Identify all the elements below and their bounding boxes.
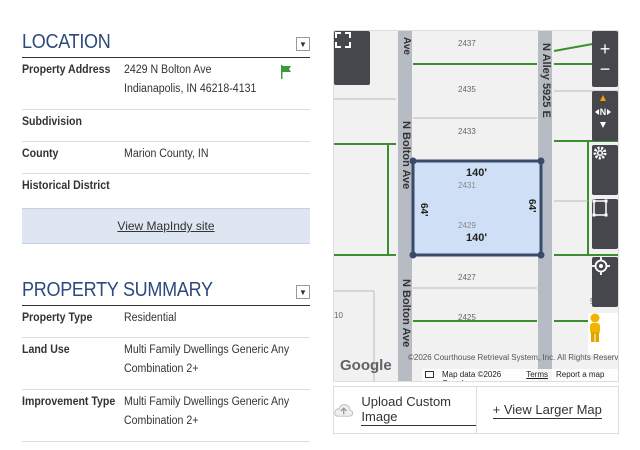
- location-title: LOCATION: [22, 31, 111, 53]
- label-improvement-type: Improvement Type: [22, 396, 116, 408]
- row-improvement-type: Improvement Type Multi Family Dwellings …: [22, 390, 310, 442]
- parcel-map[interactable]: Ave N Bolton Ave N Bolton Ave N Alley 59…: [333, 30, 619, 382]
- map-canvas: [334, 31, 618, 381]
- dimension-bottom: 140': [466, 232, 487, 244]
- fullscreen-icon: [335, 32, 351, 48]
- street-label-east: N Alley 5925 E: [540, 43, 552, 118]
- row-property-address: Property Address 2429 N Bolton Ave India…: [22, 58, 310, 110]
- select-area-button[interactable]: [592, 199, 618, 249]
- lot-2435: 2435: [458, 85, 476, 94]
- zoom-out-button[interactable]: −: [600, 59, 611, 79]
- lot-2437: 2437: [458, 39, 476, 48]
- label-land-use: Land Use: [22, 344, 70, 356]
- terms-link[interactable]: Terms: [526, 370, 548, 381]
- lot-10: 10: [334, 311, 343, 320]
- summary-title: PROPERTY SUMMARY: [22, 279, 213, 301]
- value-historical-district: [124, 177, 295, 200]
- label-county: County: [22, 148, 59, 160]
- lot-2427: 2427: [458, 273, 476, 282]
- compass-icon: N: [595, 95, 611, 128]
- street-label-west-lower: N Bolton Ave: [400, 279, 412, 348]
- map-data-text: Map data ©2026 Google: [441, 370, 502, 381]
- property-details-panel: LOCATION ▼ Property Address 2429 N Bolto…: [22, 28, 310, 442]
- lot-2429: 2429: [458, 221, 476, 230]
- label-property-address: Property Address: [22, 64, 111, 76]
- fullscreen-button[interactable]: [334, 31, 370, 85]
- row-land-use: Land Use Multi Family Dwellings Generic …: [22, 338, 310, 390]
- dimension-right: 64': [526, 199, 537, 213]
- row-historical-district: Historical District: [22, 174, 310, 206]
- street-label-west: N Bolton Ave: [400, 121, 412, 190]
- locate-button[interactable]: [592, 257, 618, 307]
- street-view-pegman[interactable]: [588, 313, 618, 355]
- select-area-icon: [592, 199, 608, 217]
- location-header: LOCATION ▼: [22, 28, 310, 58]
- value-county: Marion County, IN: [124, 148, 209, 160]
- view-mapindy-link[interactable]: View MapIndy site: [117, 219, 214, 233]
- label-historical-district: Historical District: [22, 180, 110, 192]
- report-map-error-link[interactable]: Report a map error: [556, 370, 615, 381]
- view-larger-map-button[interactable]: + View Larger Map: [475, 387, 619, 433]
- label-subdivision: Subdivision: [22, 116, 82, 128]
- upload-label: Upload Custom Image: [361, 394, 476, 426]
- row-subdivision: Subdivision: [22, 110, 310, 142]
- google-logo: Google: [340, 357, 392, 374]
- map-footer: Map data ©2026 Google Terms Report a map…: [422, 369, 618, 381]
- crosshair-icon: [592, 257, 610, 275]
- flag-icon[interactable]: [280, 65, 292, 79]
- zoom-in-button[interactable]: +: [600, 39, 611, 59]
- dimension-top: 140': [466, 167, 487, 179]
- gear-icon: [593, 146, 607, 160]
- cloud-upload-icon: [334, 404, 354, 417]
- view-larger-map-label: + View Larger Map: [492, 401, 602, 419]
- upload-custom-image-button[interactable]: Upload Custom Image: [334, 387, 476, 433]
- value-improvement-type: Multi Family Dwellings Generic Any Combi…: [124, 396, 290, 427]
- row-county: County Marion County, IN: [22, 142, 310, 174]
- keyboard-icon[interactable]: [425, 371, 434, 378]
- value-property-type: Residential: [124, 312, 177, 324]
- mapindy-bar: View MapIndy site: [22, 208, 310, 244]
- label-property-type: Property Type: [22, 312, 93, 324]
- value-land-use: Multi Family Dwellings Generic Any Combi…: [124, 344, 290, 375]
- lot-2431: 2431: [458, 181, 476, 190]
- svg-text:N: N: [600, 107, 607, 117]
- summary-header: PROPERTY SUMMARY ▼: [22, 276, 310, 306]
- zoom-control: + −: [592, 31, 618, 87]
- rotate-compass-button[interactable]: N: [592, 91, 618, 141]
- value-subdivision: [124, 113, 295, 135]
- street-label-west-top: Ave: [401, 37, 412, 55]
- collapse-location-button[interactable]: ▼: [296, 37, 310, 51]
- lot-2433: 2433: [458, 127, 476, 136]
- settings-button[interactable]: [592, 145, 618, 195]
- dimension-left: 64': [418, 203, 429, 217]
- map-actions-bar: Upload Custom Image + View Larger Map: [333, 386, 619, 434]
- collapse-summary-button[interactable]: ▼: [296, 285, 310, 299]
- row-property-type: Property Type Residential: [22, 306, 310, 338]
- copyright-notice: ©2026 Courthouse Retrieval System, Inc. …: [408, 353, 619, 362]
- value-property-address: 2429 N Bolton Ave Indianapolis, IN 46218…: [124, 64, 257, 95]
- lot-2425: 2425: [458, 313, 476, 322]
- pegman-icon: [590, 313, 600, 342]
